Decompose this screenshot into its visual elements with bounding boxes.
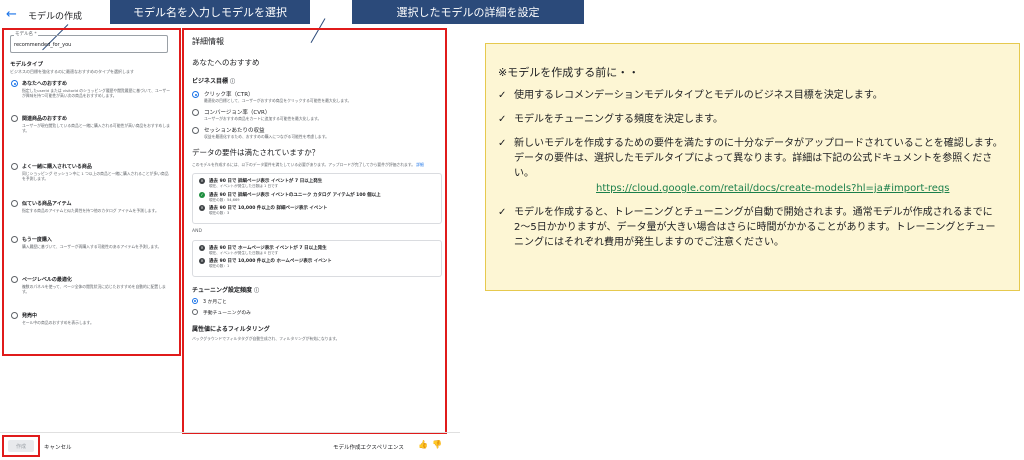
details-link[interactable]: 詳細 [416, 162, 424, 167]
footer-divider [0, 432, 460, 433]
help-icon[interactable]: ⓘ [230, 79, 235, 85]
error-circle-icon: × [199, 178, 205, 184]
tuning-radio[interactable] [192, 308, 198, 315]
model-type-desc: 同じショッピング セッション中に 1 つ以上の商品と一緒に購入されることが多い商… [22, 171, 169, 181]
model-type-desc: 複数のパネルを使って、ページ全体の閲覧状況に応じたおすすめを自動的に配置します。 [22, 284, 166, 294]
callout-model-details: 選択したモデルの詳細を設定 [352, 0, 584, 24]
checkmark-icon: ✓ [498, 138, 507, 149]
data-requirements-title: データの要件は満たされていますか？ [192, 148, 320, 157]
requirement-status: 現在の数：3 [209, 211, 230, 216]
details-model-kind: あなたへのおすすめ [192, 58, 260, 67]
business-goal-label: コンバージョン率（CVR） [204, 110, 271, 116]
error-circle-icon: × [199, 205, 205, 212]
pre-creation-note: ※モデルを作成する前に・・ ✓ 使用するレコメンデーションモデルタイプとモデルのビ… [485, 43, 1020, 291]
thumb-up-icon[interactable]: 👍 [418, 440, 428, 450]
cancel-button[interactable]: キャンセル [44, 443, 72, 451]
model-type-desc: 購入履歴に基づいて、ユーザーが再購入する可能性のあるアイテムを予測します。 [22, 244, 162, 249]
error-circle-icon: × [199, 244, 205, 251]
note-item: ✓ モデルを作成すると、トレーニングとチューニングが自動で開始されます。通常モデル… [496, 205, 1005, 250]
note-item: ✓ 新しいモデルを作成するための要件を満たすのに十分なデータがアップロードされてい… [496, 136, 1005, 181]
requirement-item: × 過去 90 日で ホームページ表示 イベントが 7 日以上発生 現在、イベントが… [199, 244, 435, 256]
model-type-label: もう一度購入 [22, 237, 52, 243]
requirements-group-1: × 過去 90 日で 詳細ページ表示 イベントが 7 日以上発生 現在、イベントが発… [192, 173, 442, 224]
data-requirements-desc: このモデルを作成するには、以下のデータ要件を満たしている必要があります。アップロ… [192, 162, 424, 167]
model-type-desc: ユーザーが現在閲覧している商品と一緒に購入される可能性が高い商品をおすすめします… [22, 123, 170, 133]
tuning-option[interactable]: 手動チューニングのみ [192, 308, 442, 316]
tuning-label: 手動チューニングのみ [203, 310, 251, 316]
model-select-panel [2, 28, 181, 356]
model-type-radio[interactable] [11, 80, 18, 87]
model-type-radio[interactable] [11, 236, 18, 243]
note-text: モデルをチューニングする頻度を決定します。 [514, 114, 723, 125]
business-goal-label: クリック率（CTR） [204, 92, 254, 98]
model-type-label: 発売中 [22, 313, 38, 319]
note-item: ✓ 使用するレコメンデーションモデルタイプとモデルのビジネス目標を決定します。 [496, 88, 1005, 103]
attribute-filter-desc: バックグラウンドでフィルタタグが自動生成され、フィルタリングが有効になります。 [192, 335, 340, 341]
requirements-group-2: × 過去 90 日で ホームページ表示 イベントが 7 日以上発生 現在、イベントが… [192, 239, 442, 277]
model-type-radio[interactable] [11, 276, 18, 283]
model-type-label: ページレベルの最適化 [22, 277, 72, 283]
requirement-item: × 過去 90 日で 詳細ページ表示 イベントが 7 日以上発生 現在、イベントが発… [199, 178, 435, 189]
business-goal-radio[interactable] [192, 127, 199, 134]
requirement-item: × 過去 90 日で 10,000 件以上の ホームページ表示 イベント 現在の数：… [199, 258, 435, 269]
model-type-desc: セール中の商品のおすすめを表示します。 [22, 320, 94, 325]
model-type-radio[interactable] [11, 163, 18, 170]
thumb-down-icon[interactable]: 👎 [432, 440, 442, 450]
requirement-status: 現在の数：54,669 [209, 197, 240, 202]
page-title: モデルの作成 [28, 12, 83, 22]
business-goal-desc: 収益を最適化するため、おすすめの購入につながる可能性を考慮します。 [204, 134, 329, 139]
help-icon[interactable]: ⓘ [254, 288, 259, 294]
requirement-status: 現在の数：1 [209, 264, 230, 269]
note-text: 新しいモデルを作成するための要件を満たすのに十分なデータがアップロードされている… [514, 138, 1003, 179]
model-type-label: よく一緒に購入されている商品 [22, 164, 92, 170]
note-item: ✓ モデルをチューニングする頻度を決定します。 [496, 112, 1005, 127]
attribute-filter-title: 属性値によるフィルタリング [192, 325, 270, 333]
business-goal-option[interactable]: セッションあたりの収益 収益を最適化するため、おすすめの購入につながる可能性を考慮… [192, 126, 442, 139]
tuning-option[interactable]: 3 か月ごと [192, 297, 442, 305]
details-title: 詳細情報 [192, 37, 224, 46]
business-goal-title: ビジネス目標 ⓘ [192, 78, 236, 85]
business-goal-label: セッションあたりの収益 [204, 128, 265, 134]
checkmark-icon: ✓ [498, 114, 507, 125]
requirement-status: 現在、イベントが発生した日数は 0 日です [209, 250, 279, 255]
requirement-item: ✓ 過去 90 日で 詳細ページ表示 イベントのユニーク カタログ アイテムが 1… [199, 191, 435, 203]
model-type-radio[interactable] [11, 115, 18, 122]
experience-feedback-label: モデル作成エクスペリエンス [333, 445, 404, 451]
model-type-label: 関連商品のおすすめ [22, 116, 68, 122]
business-goal-radio[interactable] [192, 109, 199, 116]
model-name-value: recommended_for_you [14, 42, 72, 48]
requirement-status: 現在、イベントが発生した日数は 1 日です [209, 184, 279, 188]
checkmark-icon: ✓ [498, 90, 507, 101]
arrow-back-icon[interactable]: ← [6, 8, 20, 22]
create-button[interactable]: 作成 [8, 440, 34, 452]
model-type-label: 似ている商品アイテム [22, 201, 72, 207]
business-goal-option[interactable]: コンバージョン率（CVR） ユーザーがおすすめ商品をカートに追加する可能性を最大化… [192, 108, 442, 121]
business-goal-desc: ユーザーがおすすめ商品をカートに追加する可能性を最大化します。 [204, 116, 322, 121]
model-details-panel: 詳細情報 あなたへのおすすめ ビジネス目標 ⓘ クリック率（CTR） 最適化の目標… [182, 28, 447, 434]
model-name-label: モデル名 * [14, 31, 38, 37]
model-type-hint: ビジネスの目標を強化するのに最適なおすすめのタイプを選択します [10, 69, 134, 74]
model-type-radio[interactable] [11, 312, 18, 319]
tuning-radio[interactable] [192, 297, 198, 304]
tuning-frequency-title: チューニング設定頻度 ⓘ [192, 286, 260, 294]
business-goal-option[interactable]: クリック率（CTR） 最適化の目標として、ユーザーがおすすめ商品をクリックする可能… [192, 90, 442, 103]
note-intro: ※モデルを作成する前に・・ [498, 66, 640, 79]
and-label: AND [192, 228, 202, 234]
model-type-desc: 指定する商品のアイテムと似た属性を持つ他のカタログ アイテムを予測します。 [22, 208, 159, 213]
model-type-desc: 指定したuserId または visitorId のショッピング履歴や閲覧履歴に… [22, 88, 170, 98]
callout-select-model: モデル名を入力しモデルを選択 [110, 0, 310, 24]
business-goal-desc: 最適化の目標として、ユーザーがおすすめ商品をクリックする可能性を最大化します。 [204, 98, 352, 103]
requirement-item: × 過去 90 日で 10,000 件以上の 詳細ページ表示 イベント 現在の数：3 [199, 205, 435, 216]
model-type-title: モデルタイプ [10, 62, 44, 68]
check-circle-icon: ✓ [199, 191, 205, 198]
business-goal-radio[interactable] [192, 91, 199, 98]
tuning-label: 3 か月ごと [203, 299, 227, 305]
checkmark-icon: ✓ [498, 207, 507, 218]
error-circle-icon: × [199, 258, 205, 265]
model-type-label: あなたへのおすすめ [22, 81, 68, 87]
note-text: モデルを作成すると、トレーニングとチューニングが自動で開始されます。通常モデルが… [514, 207, 996, 248]
model-type-radio[interactable] [11, 200, 18, 207]
note-text: 使用するレコメンデーションモデルタイプとモデルのビジネス目標を決定します。 [514, 90, 883, 101]
docs-link[interactable]: https://cloud.google.com/retail/docs/cre… [496, 181, 1005, 196]
